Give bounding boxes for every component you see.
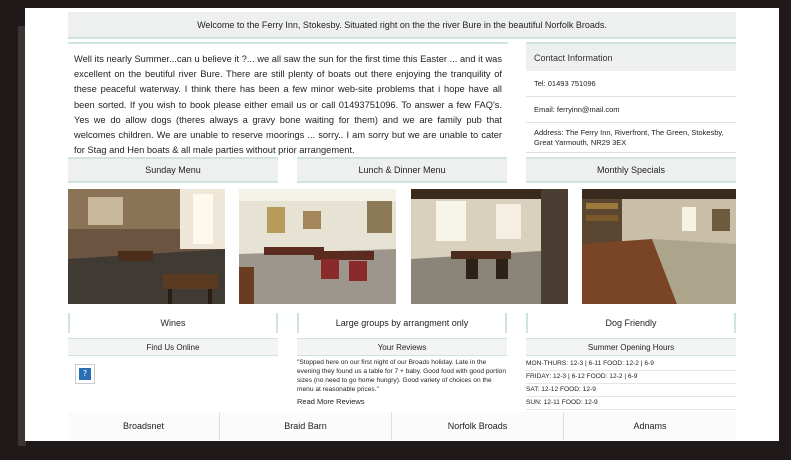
bar-photo <box>582 189 736 304</box>
hours-row: SUN: 12-11 FOOD: 12-9 <box>526 397 736 410</box>
contact-tel: Tel: 01493 751096 <box>526 71 736 97</box>
contact-heading-text: Contact Information <box>534 52 613 63</box>
hours-row: SAT: 12-12 FOOD: 12-9 <box>526 384 736 397</box>
large-groups-label: Large groups by arrangment only <box>297 313 507 333</box>
page: Welcome to the Ferry Inn, Stokesby. Situ… <box>25 8 779 441</box>
review-block: "Stopped here on our first night of our … <box>297 358 507 406</box>
footer-link-broadsnet[interactable]: Broadsnet <box>68 412 220 440</box>
question-mark-icon: ? <box>79 368 91 380</box>
find-us-heading: Find Us Online <box>68 338 278 356</box>
footer-link-braid-barn[interactable]: Braid Barn <box>220 412 392 440</box>
hours-heading: Summer Opening Hours <box>526 338 736 356</box>
opening-hours-list: MON-THURS: 12-3 | 6-11 FOOD: 12-2 | 6-9 … <box>526 358 736 410</box>
dining-room-photo-2 <box>239 189 396 304</box>
intro-text: Well its nearly Summer...can u believe i… <box>74 54 502 156</box>
reviews-heading: Your Reviews <box>297 338 507 356</box>
intro-panel: Well its nearly Summer...can u believe i… <box>68 42 508 162</box>
dining-room-photo-3 <box>411 189 568 304</box>
monthly-specials-button[interactable]: Monthly Specials <box>526 157 736 183</box>
contact-email[interactable]: Email: ferryinn@mail.com <box>526 97 736 123</box>
footer-link-norfolk-broads[interactable]: Norfolk Broads <box>392 412 564 440</box>
read-more-reviews-link[interactable]: Read More Reviews <box>297 397 507 406</box>
review-text: "Stopped here on our first night of our … <box>297 359 507 394</box>
find-us-link[interactable]: ? <box>75 364 95 384</box>
welcome-banner: Welcome to the Ferry Inn, Stokesby. Situ… <box>68 12 736 39</box>
welcome-text: Welcome to the Ferry Inn, Stokesby. Situ… <box>197 19 607 30</box>
contact-address: Address: The Ferry Inn, Riverfront, The … <box>526 123 736 153</box>
lunch-dinner-menu-button[interactable]: Lunch & Dinner Menu <box>297 157 507 183</box>
sunday-menu-button[interactable]: Sunday Menu <box>68 157 278 183</box>
content-area: Welcome to the Ferry Inn, Stokesby. Situ… <box>68 8 736 441</box>
contact-heading: Contact Information <box>526 42 736 71</box>
footer-link-adnams[interactable]: Adnams <box>564 412 736 440</box>
hours-row: MON-THURS: 12-3 | 6-11 FOOD: 12-2 | 6-9 <box>526 358 736 371</box>
hours-row: FRIDAY: 12-3 | 6-12 FOOD: 12-2 | 6-9 <box>526 371 736 384</box>
dog-friendly-label: Dog Friendly <box>526 313 736 333</box>
wines-label: Wines <box>68 313 278 333</box>
dining-room-photo-1 <box>68 189 225 304</box>
